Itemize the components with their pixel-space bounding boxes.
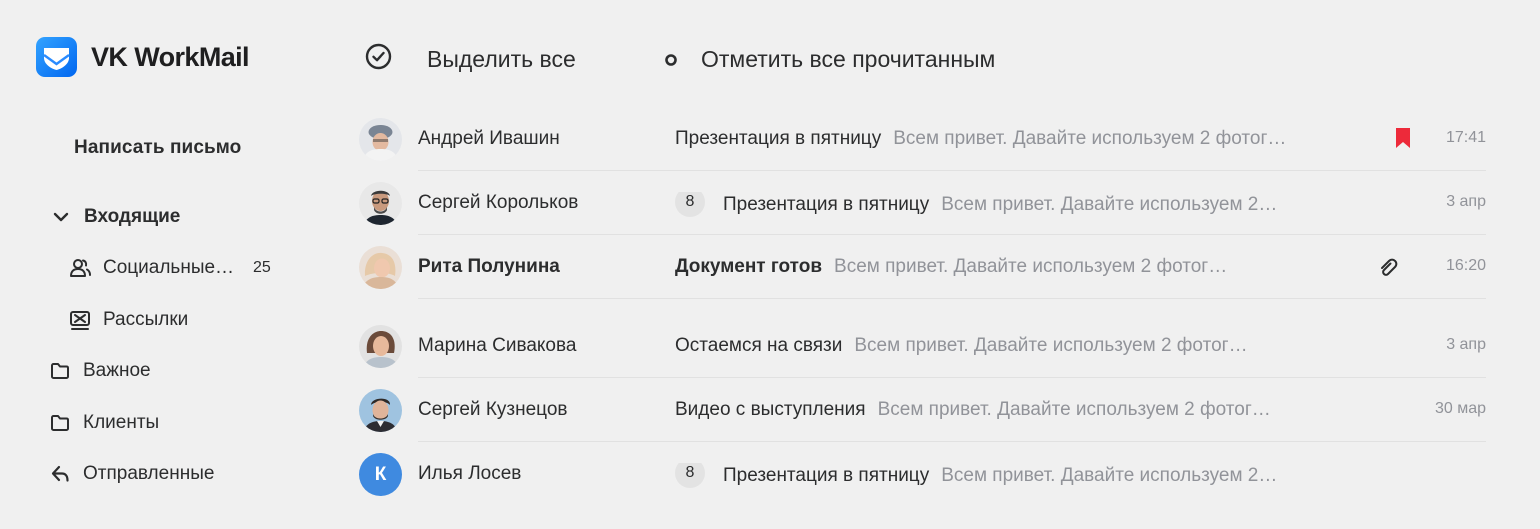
sender-name: Сергей Корольков — [418, 192, 579, 213]
message-row[interactable]: К Илья Лосев 8 Презентация в пятницу Все… — [358, 442, 1486, 506]
snippet: Всем привет. Давайте используем 2 фотог… — [834, 256, 1228, 277]
sidebar-item-label: Социальные… — [103, 257, 235, 278]
message-list: Андрей Ивашин Презентация в пятницу Всем… — [358, 107, 1486, 506]
message-time: 30 мар — [1434, 400, 1486, 417]
avatar — [359, 246, 402, 289]
folder-icon — [49, 412, 71, 434]
snippet: Всем привет. Давайте используем 2 фотог… — [854, 335, 1248, 356]
mail-app: VK WorkMail Написать письмо Входящие Соц… — [0, 0, 1540, 529]
dot-icon — [664, 46, 678, 73]
message-row[interactable]: Марина Сивакова Остаемся на связи Всем п… — [358, 314, 1486, 378]
message-preview: Остаемся на связи Всем привет. Давайте и… — [675, 335, 1336, 357]
subject: Презентация в пятницу — [723, 464, 930, 486]
message-time: 17:41 — [1445, 129, 1486, 146]
sidebar-item-mailings[interactable]: Рассылки — [69, 306, 188, 334]
subject: Документ готов — [675, 256, 823, 277]
thread-count-badge[interactable]: 8 — [675, 192, 705, 217]
thread-count-badge[interactable]: 8 — [675, 463, 705, 488]
message-row[interactable]: Сергей Кузнецов Видео с выступления Всем… — [358, 378, 1486, 442]
subject: Видео с выступления — [675, 399, 866, 420]
snippet: Всем привет. Давайте используем 2… — [941, 193, 1278, 215]
sender-name: Рита Полунина — [418, 256, 560, 277]
snippet: Всем привет. Давайте используем 2 фотог… — [877, 399, 1271, 420]
message-preview: 8 Презентация в пятницу Всем привет. Дав… — [675, 192, 1336, 217]
sender-name: Марина Сивакова — [418, 335, 577, 356]
subject: Остаемся на связи — [675, 335, 843, 356]
message-preview: Документ готов Всем привет. Давайте испо… — [675, 256, 1336, 278]
sender-name: Сергей Кузнецов — [418, 399, 568, 420]
snippet: Всем привет. Давайте используем 2 фотог… — [893, 128, 1287, 149]
logo[interactable]: VK WorkMail — [36, 37, 250, 77]
sender-name: Андрей Ивашин — [418, 128, 560, 149]
social-icon — [69, 257, 91, 279]
message-time: 16:20 — [1445, 257, 1486, 274]
sender-name: Илья Лосев — [418, 463, 522, 484]
compose-button[interactable]: Написать письмо — [74, 137, 241, 159]
mark-all-read-button[interactable]: Отметить все прочитанным — [664, 43, 995, 75]
sidebar-item-inbox[interactable]: Входящие — [50, 203, 180, 231]
avatar — [359, 389, 402, 432]
message-row[interactable]: Сергей Корольков 8 Презентация в пятницу… — [358, 171, 1486, 235]
select-all-label: Выделить все — [427, 45, 576, 72]
sidebar-item-clients[interactable]: Клиенты — [49, 409, 159, 437]
unread-count: 25 — [253, 259, 271, 276]
attachment-icon[interactable] — [1377, 257, 1399, 284]
divider — [418, 298, 1486, 299]
message-time: 3 апр — [1446, 193, 1486, 210]
sidebar-item-important[interactable]: Важное — [49, 357, 151, 385]
subject: Презентация в пятницу — [675, 128, 882, 149]
avatar: К — [359, 453, 402, 496]
subject: Презентация в пятницу — [723, 193, 930, 215]
message-preview: Видео с выступления Всем привет. Давайте… — [675, 399, 1336, 421]
flag-icon[interactable] — [1395, 127, 1411, 154]
app-name: VK WorkMail — [91, 41, 250, 72]
snippet: Всем привет. Давайте используем 2… — [941, 464, 1278, 486]
check-circle-icon — [365, 43, 392, 76]
chevron-down-icon[interactable] — [50, 206, 72, 228]
message-preview: 8 Презентация в пятницу Всем привет. Дав… — [675, 463, 1336, 488]
sidebar-item-sent[interactable]: Отправленные — [49, 460, 214, 488]
message-row[interactable]: Андрей Ивашин Презентация в пятницу Всем… — [358, 107, 1486, 171]
sidebar-item-social[interactable]: Социальные… 25 — [69, 254, 271, 282]
message-row[interactable]: Рита Полунина Документ готов Всем привет… — [358, 235, 1486, 299]
sidebar-item-label: Рассылки — [103, 309, 189, 330]
mailing-icon — [69, 309, 91, 331]
message-time: 3 апр — [1446, 336, 1486, 353]
avatar — [359, 182, 402, 225]
avatar — [359, 325, 402, 368]
folder-icon — [49, 360, 71, 382]
mark-all-read-label: Отметить все прочитанным — [701, 45, 996, 72]
logo-icon — [36, 37, 77, 77]
sidebar-item-label: Клиенты — [83, 412, 160, 433]
message-preview: Презентация в пятницу Всем привет. Давай… — [675, 128, 1336, 150]
sidebar-item-label: Отправленные — [83, 463, 215, 484]
select-all-button[interactable]: Выделить все — [365, 43, 576, 75]
sent-icon — [49, 463, 71, 485]
sidebar-item-label: Входящие — [84, 206, 181, 227]
avatar — [359, 118, 402, 161]
sidebar-item-label: Важное — [83, 360, 151, 381]
